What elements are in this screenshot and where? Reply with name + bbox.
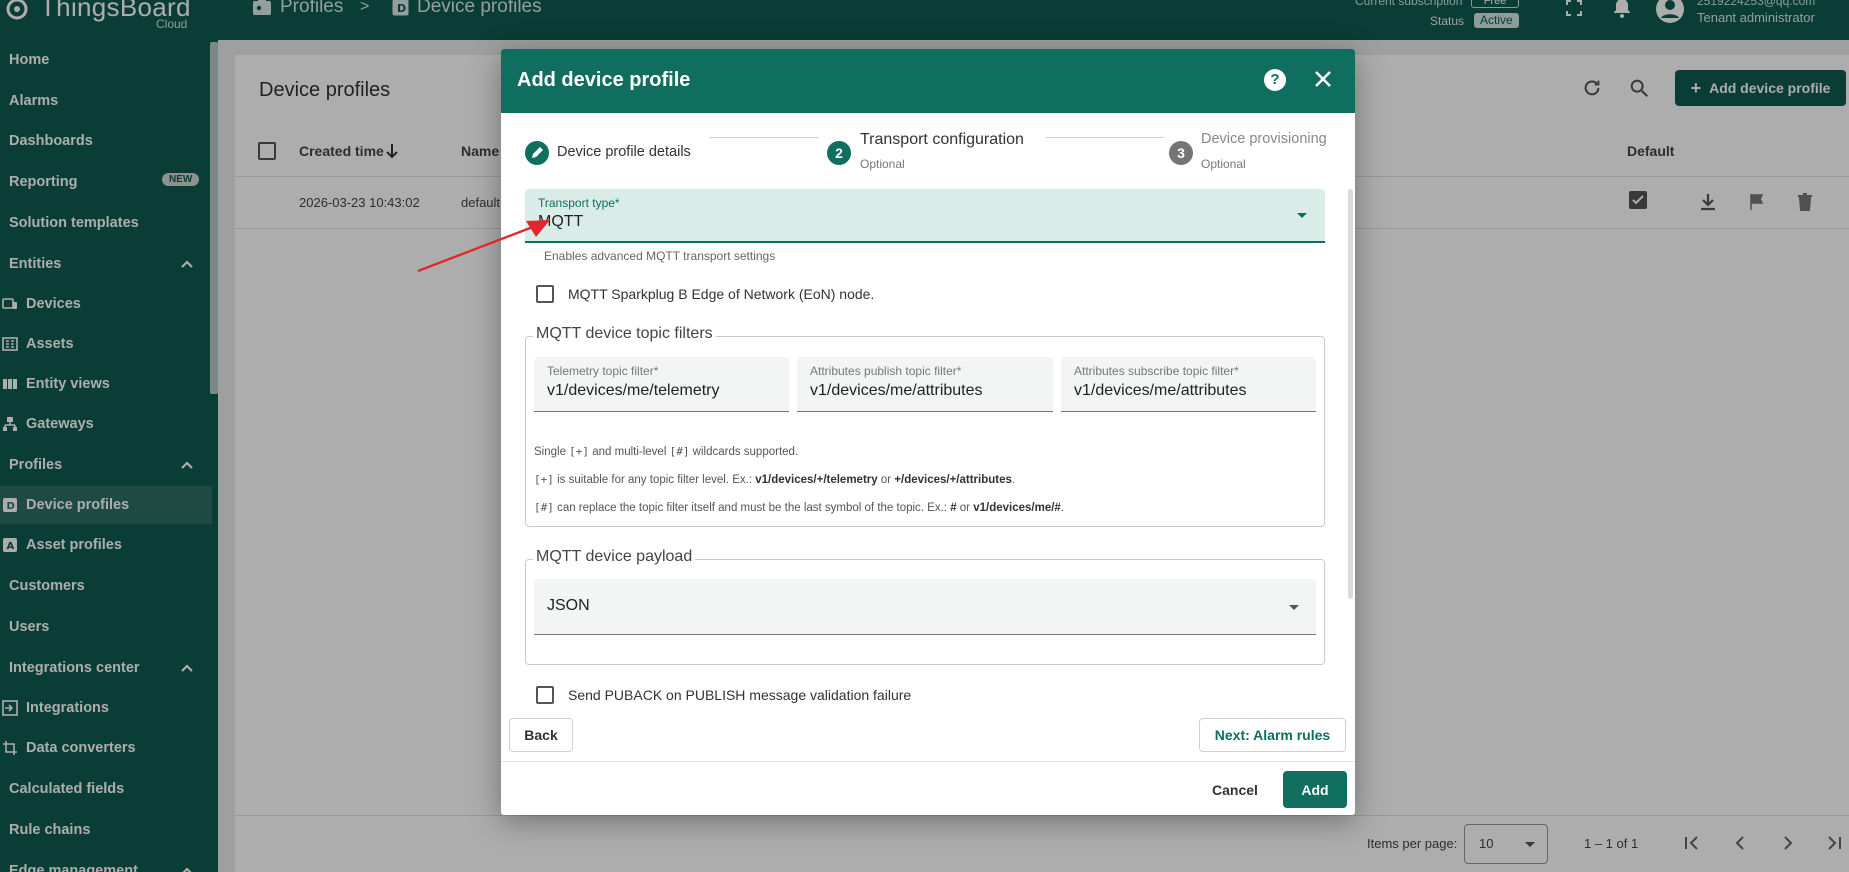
topic-filters-legend: MQTT device topic filters xyxy=(533,325,716,343)
step-3-number[interactable]: 3 xyxy=(1169,141,1193,165)
dialog-actions-divider xyxy=(501,761,1355,762)
sparkplug-checkbox[interactable] xyxy=(536,285,554,303)
dropdown-arrow-icon xyxy=(1297,213,1307,218)
wildcard-note-1: Single [+] and multi-level [#] wildcards… xyxy=(534,445,799,458)
transport-type-label: Transport type* xyxy=(538,196,620,210)
annotation-arrow-icon xyxy=(417,220,550,273)
puback-label: Send PUBACK on PUBLISH message validatio… xyxy=(568,687,912,703)
attributes-subscribe-topic-input[interactable]: Attributes subscribe topic filter* v1/de… xyxy=(1061,357,1316,412)
cancel-button[interactable]: Cancel xyxy=(1212,782,1258,798)
payload-type-value: JSON xyxy=(547,597,590,614)
step-1-edit-icon[interactable] xyxy=(525,141,549,165)
add-button[interactable]: Add xyxy=(1283,771,1347,808)
step-2-label[interactable]: Transport configuration xyxy=(860,131,1024,149)
transport-type-select[interactable]: Transport type* MQTT xyxy=(525,189,1325,243)
step-2-number[interactable]: 2 xyxy=(827,141,851,165)
sparkplug-label: MQTT Sparkplug B Edge of Network (EoN) n… xyxy=(568,286,875,302)
telemetry-topic-input[interactable]: Telemetry topic filter* v1/devices/me/te… xyxy=(534,357,789,412)
transport-type-hint: Enables advanced MQTT transport settings xyxy=(544,249,776,263)
add-device-profile-dialog: Add device profile ? Device profile deta… xyxy=(501,49,1355,815)
wildcard-note-3: [#] can replace the topic filter itself … xyxy=(534,501,1065,514)
sparkplug-checkbox-row[interactable]: MQTT Sparkplug B Edge of Network (EoN) n… xyxy=(536,285,874,303)
payload-legend: MQTT device payload xyxy=(533,548,696,566)
pencil-icon xyxy=(532,147,543,158)
next-alarm-rules-button[interactable]: Next: Alarm rules xyxy=(1199,718,1346,752)
step-1-label[interactable]: Device profile details xyxy=(557,144,691,160)
step-2-sublabel: Optional xyxy=(860,157,905,171)
dialog-scrollbar[interactable] xyxy=(1348,189,1353,599)
attributes-publish-topic-input[interactable]: Attributes publish topic filter* v1/devi… xyxy=(797,357,1053,412)
puback-checkbox[interactable] xyxy=(536,686,554,704)
step-3-sublabel: Optional xyxy=(1201,157,1246,171)
dropdown-arrow-icon xyxy=(1289,605,1299,610)
step-connector xyxy=(709,137,819,138)
dialog-header: Add device profile ? xyxy=(501,49,1355,113)
step-connector xyxy=(1046,137,1164,138)
back-button[interactable]: Back xyxy=(509,718,573,752)
dialog-title: Add device profile xyxy=(517,69,691,91)
close-icon[interactable] xyxy=(1311,67,1335,91)
wildcard-note-2: [+] is suitable for any topic filter lev… xyxy=(534,473,1016,486)
puback-checkbox-row[interactable]: Send PUBACK on PUBLISH message validatio… xyxy=(536,686,911,704)
help-icon[interactable]: ? xyxy=(1264,69,1286,91)
step-3-label[interactable]: Device provisioning xyxy=(1201,131,1327,147)
payload-type-select[interactable]: JSON xyxy=(534,579,1316,635)
